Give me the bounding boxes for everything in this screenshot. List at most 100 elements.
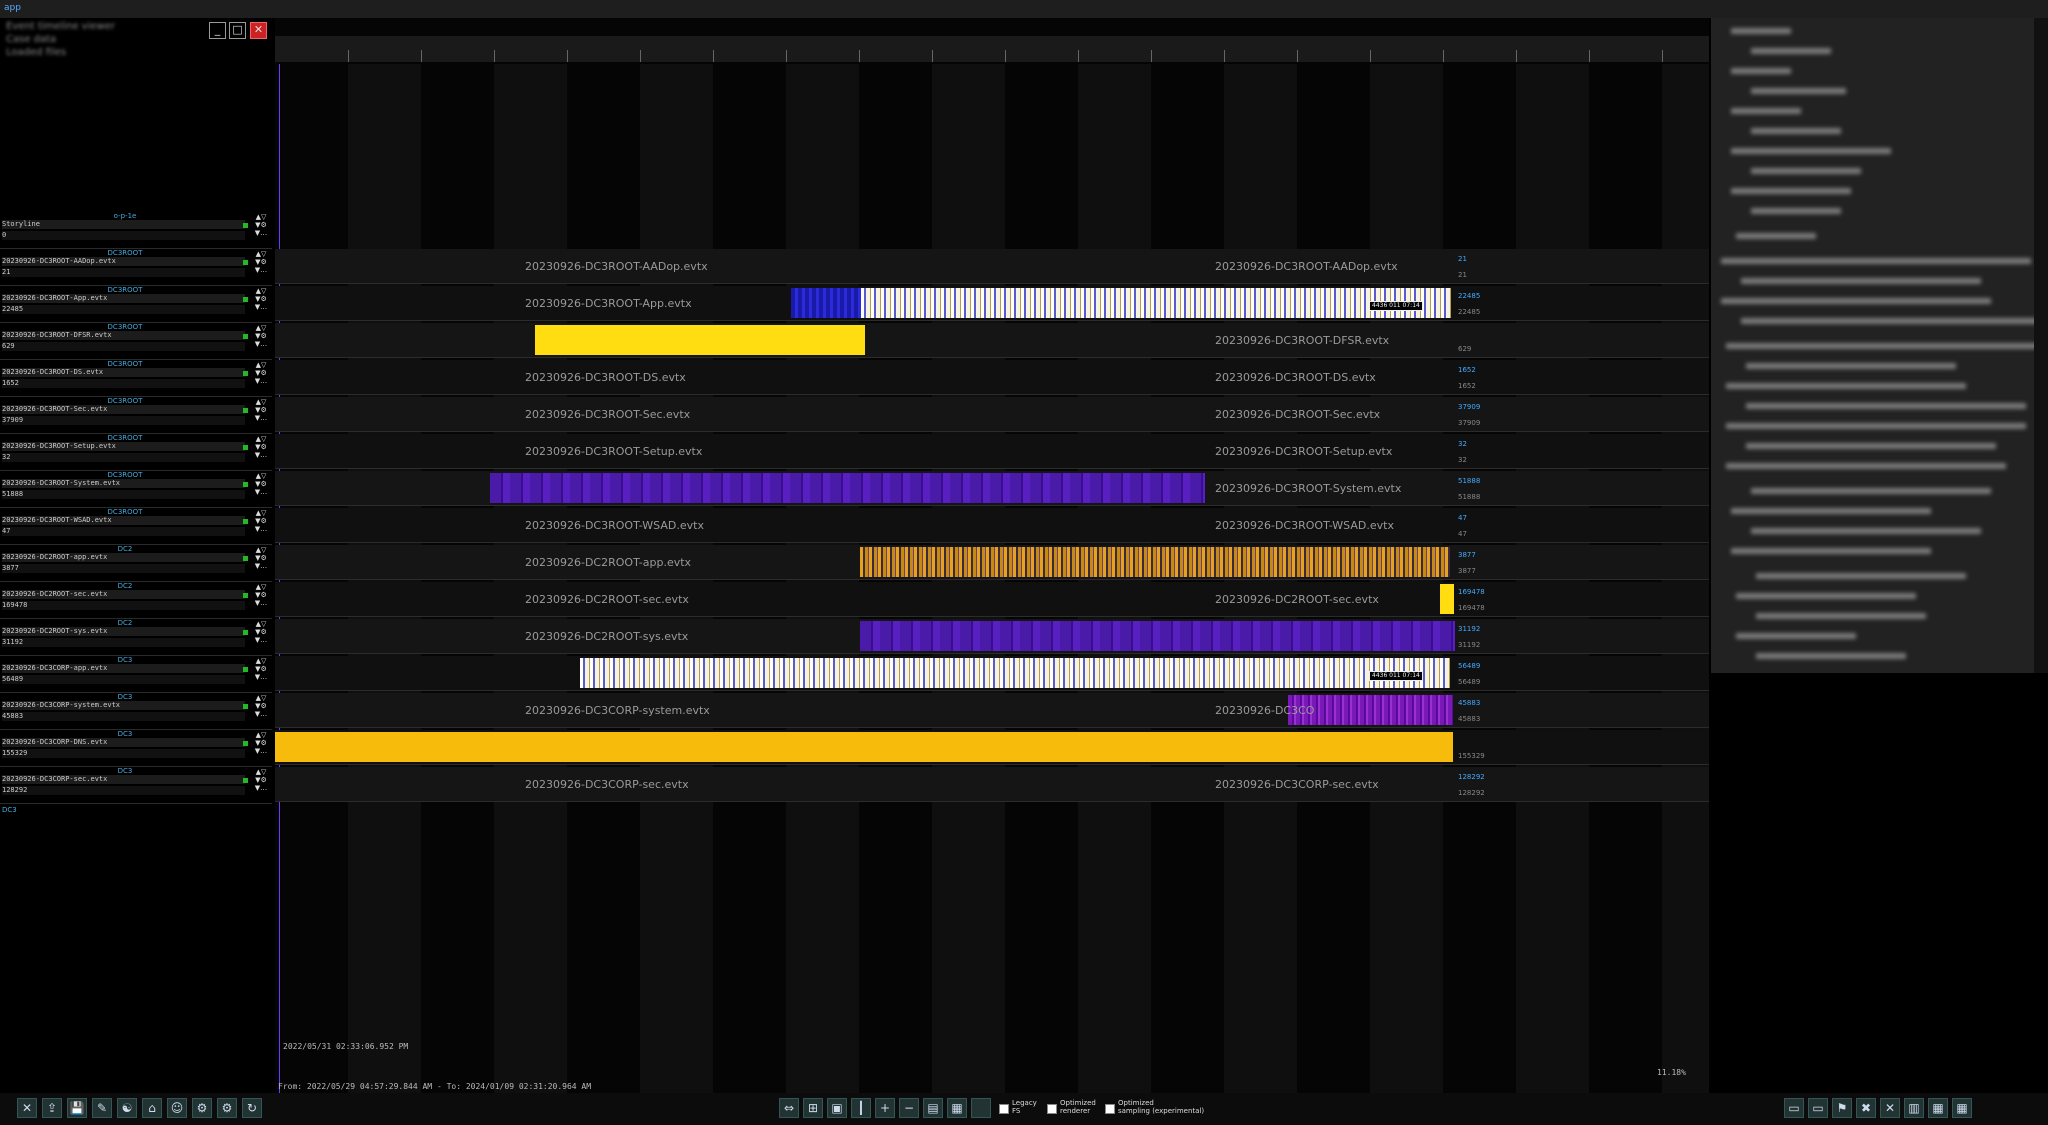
track-header[interactable]: DC2 20230926-DC2ROOT-sys.evtx 31192 ▲▽ ▼⚙ ▼… <box>0 619 272 656</box>
app-icon[interactable]: app <box>4 3 21 13</box>
track-name-field[interactable]: 20230926-DC3ROOT-WSAD.evtx <box>2 516 245 525</box>
timeline-track[interactable]: 20230926-DC3CORP-system.evtx 20230926-DC3… <box>275 693 1709 728</box>
track-controls[interactable]: ▲▽ ▼⚙ ▼… <box>252 250 270 284</box>
track-visible-indicator[interactable] <box>243 334 248 339</box>
event-density-bar[interactable] <box>490 473 1205 503</box>
track-name-field[interactable]: 20230926-DC2ROOT-app.evtx <box>2 553 245 562</box>
track-header[interactable]: DC3ROOT 20230926-DC3ROOT-AADop.evtx 21 ▲▽ ▼⚙… <box>0 249 272 286</box>
track-visible-indicator[interactable] <box>243 556 248 561</box>
track-name-field[interactable]: 20230926-DC3ROOT-App.evtx <box>2 294 245 303</box>
minimize-button[interactable]: _ <box>209 22 226 39</box>
legacy-checkbox[interactable] <box>999 1104 1009 1114</box>
track-controls[interactable]: ▲▽ ▼⚙ ▼… <box>252 546 270 580</box>
event-density-bar[interactable] <box>860 621 1455 651</box>
track-controls[interactable]: ▲▽ ▼⚙ ▼… <box>252 361 270 395</box>
track-name-field[interactable]: 20230926-DC2ROOT-sec.evtx <box>2 590 245 599</box>
close-icon[interactable]: ✕ <box>17 1098 37 1118</box>
track-visible-indicator[interactable] <box>243 741 248 746</box>
track-header[interactable]: DC3 20230926-DC3CORP-sec.evtx 128292 ▲▽ ▼⚙ ▼… <box>0 767 272 804</box>
event-density-bar[interactable] <box>580 658 1450 688</box>
track-controls[interactable]: ▲▽ ▼⚙ ▼… <box>252 398 270 432</box>
track-header[interactable]: DC2 20230926-DC2ROOT-sec.evtx 169478 ▲▽ ▼⚙ ▼… <box>0 582 272 619</box>
track-controls[interactable]: ▲▽ ▼⚙ ▼… <box>252 324 270 358</box>
monitor-icon[interactable]: ▭ <box>1808 1098 1828 1118</box>
timeline-area[interactable]: 20230926-DC3ROOT-AADop.evtx 20230926-DC3R… <box>275 18 1709 1093</box>
event-density-bar[interactable] <box>860 547 1450 577</box>
track-header[interactable]: o-p-1e Storyline 0 ▲▽ ▼⚙ ▼… <box>0 212 272 249</box>
fit-icon[interactable]: ⇔ <box>779 1098 799 1118</box>
add-icon[interactable]: + <box>875 1098 895 1118</box>
track-visible-indicator[interactable] <box>243 778 248 783</box>
track-name-field[interactable]: 20230926-DC3ROOT-AADop.evtx <box>2 257 245 266</box>
track-controls[interactable]: ▲▽ ▼⚙ ▼… <box>252 472 270 506</box>
timeline-track[interactable]: 20230926-DC3ROOT-DFSR.evtx 629 <box>275 323 1709 358</box>
timeline-track[interactable]: 20230926-DC2ROOT-sec.evtx 20230926-DC2ROO… <box>275 582 1709 617</box>
user-icon[interactable]: ☺ <box>167 1098 187 1118</box>
track-name-field[interactable]: 20230926-DC3CORP-app.evtx <box>2 664 245 673</box>
maximize-button[interactable]: □ <box>229 22 246 39</box>
details-panel[interactable] <box>1711 18 2034 673</box>
track-controls[interactable]: ▲▽ ▼⚙ ▼… <box>252 768 270 802</box>
track-header[interactable]: DC3ROOT 20230926-DC3ROOT-App.evtx 22485 ▲▽ ▼… <box>0 286 272 323</box>
sync-icon[interactable]: ↻ <box>242 1098 262 1118</box>
timeline-track[interactable]: 20230926-DC3ROOT-DS.evtx 20230926-DC3ROOT… <box>275 360 1709 395</box>
track-controls[interactable]: ▲▽ ▼⚙ ▼… <box>252 583 270 617</box>
timeline-track[interactable]: 20230926-DC3ROOT-System.evtx 51888 51888 <box>275 471 1709 506</box>
track-visible-indicator[interactable] <box>243 667 248 672</box>
close-window-button[interactable]: ✕ <box>250 22 267 39</box>
bookmark-icon[interactable]: ⌂ <box>142 1098 162 1118</box>
event-tooltip-tag[interactable]: 4436 011 07:14 <box>1369 301 1423 311</box>
track-header[interactable]: DC3ROOT 20230926-DC3ROOT-DFSR.evtx 629 ▲▽ ▼⚙… <box>0 323 272 360</box>
track-name-field[interactable]: 20230926-DC3ROOT-System.evtx <box>2 479 245 488</box>
track-visible-indicator[interactable] <box>243 223 248 228</box>
timeline-track[interactable]: 20230926-DC2ROOT-app.evtx 3877 3877 <box>275 545 1709 580</box>
marker-icon[interactable]: ┃ <box>851 1098 871 1118</box>
track-visible-indicator[interactable] <box>243 445 248 450</box>
gear-icon[interactable]: ⚙ <box>217 1098 237 1118</box>
event-density-bar[interactable] <box>275 732 1453 762</box>
timeline-track[interactable]: 20230926-DC3ROOT-App.evtx 22485 22485 4436 … <box>275 286 1709 321</box>
track-name-field[interactable]: 20230926-DC3CORP-sec.evtx <box>2 775 245 784</box>
layout-icon[interactable]: ▥ <box>1904 1098 1924 1118</box>
chart-icon[interactable]: ▤ <box>923 1098 943 1118</box>
track-visible-indicator[interactable] <box>243 260 248 265</box>
track-header[interactable]: DC3ROOT 20230926-DC3ROOT-DS.evtx 1652 ▲▽ ▼⚙ ▼… <box>0 360 272 397</box>
timeline-track[interactable]: 56489 56489 4436 011 07:14 <box>275 656 1709 691</box>
track-visible-indicator[interactable] <box>243 593 248 598</box>
track-visible-indicator[interactable] <box>243 630 248 635</box>
heatmap-icon[interactable]: ▦ <box>947 1098 967 1118</box>
track-header[interactable]: DC3ROOT 20230926-DC3ROOT-Sec.evtx 37909 ▲▽ ▼… <box>0 397 272 434</box>
track-controls[interactable]: ▲▽ ▼⚙ ▼… <box>252 509 270 543</box>
tag-icon[interactable]: ⚑ <box>1832 1098 1852 1118</box>
event-tooltip-tag[interactable]: 4436 011 07:14 <box>1369 671 1423 681</box>
track-visible-indicator[interactable] <box>243 482 248 487</box>
track-controls[interactable]: ▲▽ ▼⚙ ▼… <box>252 694 270 728</box>
track-name-field[interactable]: 20230926-DC3ROOT-Setup.evtx <box>2 442 245 451</box>
settings-icon[interactable]: ⚙ <box>192 1098 212 1118</box>
track-controls[interactable]: ▲▽ ▼⚙ ▼… <box>252 657 270 691</box>
track-header[interactable]: DC2 20230926-DC2ROOT-app.evtx 3877 ▲▽ ▼⚙ ▼… <box>0 545 272 582</box>
timeline-track[interactable]: 155329 <box>275 730 1709 765</box>
snapshot-icon[interactable]: ▣ <box>827 1098 847 1118</box>
event-density-bar[interactable] <box>791 288 861 318</box>
timeline-track[interactable]: 20230926-DC3ROOT-AADop.evtx 20230926-DC3R… <box>275 249 1709 284</box>
track-name-field[interactable]: 20230926-DC2ROOT-sys.evtx <box>2 627 245 636</box>
event-density-bar[interactable] <box>861 288 1451 318</box>
blank-icon[interactable] <box>971 1098 991 1118</box>
track-header[interactable]: DC3 20230926-DC3CORP-system.evtx 45883 ▲▽ ▼⚙… <box>0 693 272 730</box>
filter-icon[interactable]: ☯ <box>117 1098 137 1118</box>
close-icon[interactable]: ✕ <box>1880 1098 1900 1118</box>
track-controls[interactable]: ▲▽ ▼⚙ ▼… <box>252 731 270 765</box>
optimized-renderer-checkbox[interactable] <box>1047 1104 1057 1114</box>
zoom-region-icon[interactable]: ⊞ <box>803 1098 823 1118</box>
track-controls[interactable]: ▲▽ ▼⚙ ▼… <box>252 287 270 321</box>
track-visible-indicator[interactable] <box>243 297 248 302</box>
track-visible-indicator[interactable] <box>243 704 248 709</box>
track-header[interactable]: DC3ROOT 20230926-DC3ROOT-Setup.evtx 32 ▲▽ ▼⚙… <box>0 434 272 471</box>
details-scrollbar[interactable] <box>2034 18 2048 673</box>
timeline-track[interactable]: 20230926-DC3ROOT-WSAD.evtx 20230926-DC3RO… <box>275 508 1709 543</box>
grid-icon[interactable]: ▦ <box>1952 1098 1972 1118</box>
timeline-track[interactable]: 20230926-DC3ROOT-Setup.evtx 20230926-DC3R… <box>275 434 1709 469</box>
track-header[interactable]: DC3 20230926-DC3CORP-app.evtx 56489 ▲▽ ▼⚙ ▼… <box>0 656 272 693</box>
timeline-track[interactable]: 20230926-DC3CORP-sec.evtx 20230926-DC3COR… <box>275 767 1709 802</box>
